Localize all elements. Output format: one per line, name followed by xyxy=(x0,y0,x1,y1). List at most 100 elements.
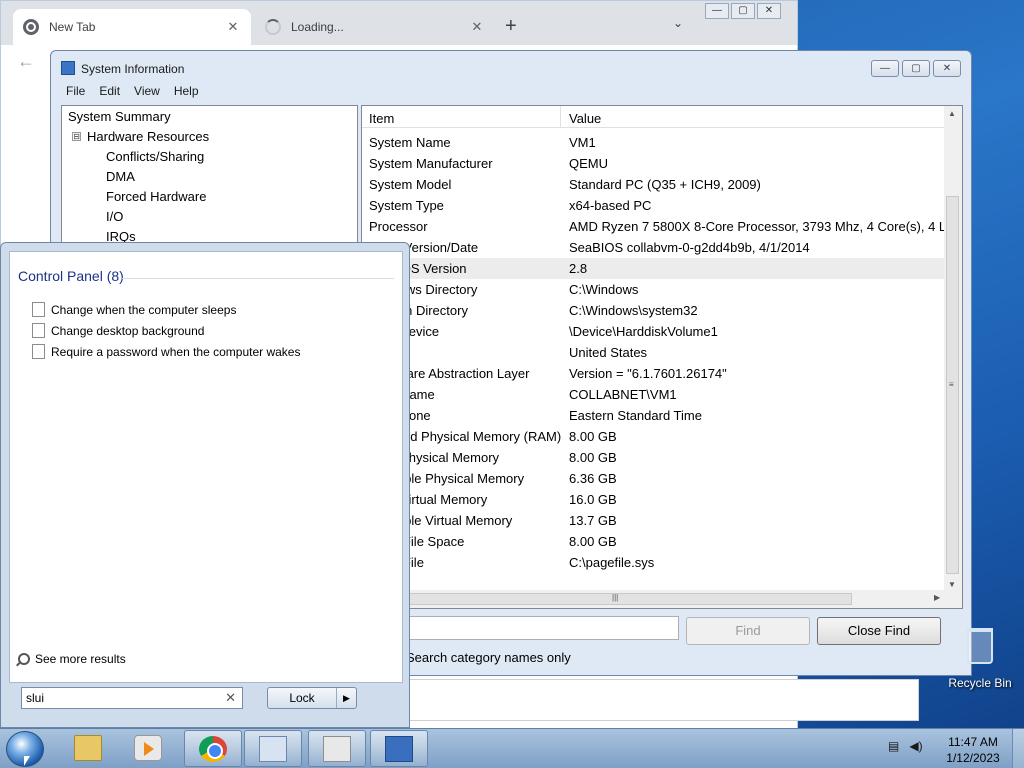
new-tab-button[interactable]: + xyxy=(505,15,517,38)
table-row[interactable]: Hardware Abstraction Layer Version = "6.1… xyxy=(362,363,944,384)
row-item-value: 6.36 GB xyxy=(569,471,617,486)
taskbar-media-player[interactable] xyxy=(120,730,178,767)
vertical-scrollbar[interactable]: ▲ ≡ ▼ xyxy=(944,106,962,592)
table-row[interactable]: System Model Standard PC (Q35 + ICH9, 200… xyxy=(362,174,944,195)
tree-item-system-summary[interactable]: System Summary xyxy=(68,109,171,124)
system-info-icon xyxy=(61,61,75,75)
minimize-button[interactable]: — xyxy=(705,3,729,19)
start-search-input[interactable]: slui ✕ xyxy=(21,687,243,709)
row-item-name: Processor xyxy=(369,219,428,234)
tab-close-icon[interactable]: ✕ xyxy=(469,19,485,35)
tree-item-io[interactable]: I/O xyxy=(106,209,123,224)
result-item[interactable]: Change desktop background xyxy=(32,323,204,338)
lock-button[interactable]: Lock ▶ xyxy=(267,687,357,709)
table-row[interactable]: Page FileC:\pagefile.sys xyxy=(362,552,944,573)
title-bar[interactable]: System Information — ▢ ✕ xyxy=(51,51,971,81)
tab-loading[interactable]: Loading... ✕ xyxy=(255,9,495,45)
clock-time: 11:47 AM xyxy=(948,735,998,749)
back-arrow-icon[interactable]: ← xyxy=(17,51,35,72)
table-row[interactable]: Page File Space 8.00 GB xyxy=(362,531,944,552)
taskbar-explorer[interactable] xyxy=(60,730,118,767)
result-label: Change desktop background xyxy=(51,323,205,338)
menu-edit[interactable]: Edit xyxy=(99,84,120,98)
taskbar-system-info[interactable] xyxy=(370,730,428,767)
tree-item-hardware-resources[interactable]: Hardware Resources xyxy=(87,129,209,144)
see-more-results-link[interactable]: See more results xyxy=(18,652,126,666)
recycle-bin[interactable]: Recycle Bin xyxy=(940,628,1020,700)
column-header-item[interactable]: Item xyxy=(369,111,394,126)
results-section-title[interactable]: Control Panel (8) xyxy=(18,268,124,284)
find-button[interactable]: Find xyxy=(686,617,810,645)
lock-label: Lock xyxy=(289,691,315,705)
row-item-value: 8.00 GB xyxy=(569,534,617,549)
minimize-button[interactable]: — xyxy=(871,60,899,77)
tree-item-conflicts[interactable]: Conflicts/Sharing xyxy=(106,149,204,164)
tab-new-tab[interactable]: New Tab ✕ xyxy=(13,9,251,45)
clock-date: 1/12/2023 xyxy=(946,751,1000,765)
clear-search-icon[interactable]: ✕ xyxy=(225,690,236,706)
scroll-thumb[interactable] xyxy=(402,593,852,605)
chrome-window-controls: — ▢ ✕ xyxy=(705,3,781,19)
result-item[interactable]: Change when the computer sleeps xyxy=(32,302,236,317)
table-row[interactable]: SMBIOS Version 2.8 xyxy=(362,258,944,279)
table-row[interactable]: Total Physical Memory 8.00 GB xyxy=(362,447,944,468)
maximize-button[interactable]: ▢ xyxy=(902,60,930,77)
volume-icon[interactable]: ◀) xyxy=(909,739,922,753)
row-item-value: 8.00 GB xyxy=(569,450,617,465)
scroll-grip-icon: ||| xyxy=(612,593,619,602)
table-row[interactable]: Available Virtual Memory 13.7 GB xyxy=(362,510,944,531)
column-divider[interactable] xyxy=(560,106,561,128)
system-info-icon xyxy=(385,736,413,762)
taskbar-archive[interactable] xyxy=(308,730,366,767)
column-header-value[interactable]: Value xyxy=(569,111,601,126)
table-row[interactable]: Boot Device\Device\HarddiskVolume1 xyxy=(362,321,944,342)
table-row[interactable]: Total Virtual Memory 16.0 GB xyxy=(362,489,944,510)
close-button[interactable]: ✕ xyxy=(933,60,961,77)
table-row[interactable]: System Directory C:\Windows\system32 xyxy=(362,300,944,321)
table-row[interactable]: System Name VM1 xyxy=(362,132,944,153)
table-row[interactable]: Available Physical Memory 6.36 GB xyxy=(362,468,944,489)
tab-search-icon[interactable]: ⌄ xyxy=(673,16,683,30)
table-row[interactable]: User NameCOLLABNET\VM1 xyxy=(362,384,944,405)
scroll-right-icon[interactable]: ▶ xyxy=(934,593,940,602)
tree-item-forced-hardware[interactable]: Forced Hardware xyxy=(106,189,206,204)
row-item-value: 8.00 GB xyxy=(569,429,617,444)
category-tree: System Summary ⊟ Hardware Resources Conf… xyxy=(61,105,358,245)
clock[interactable]: 11:47 AM 1/12/2023 xyxy=(940,734,1006,766)
archive-icon xyxy=(323,736,351,762)
scroll-down-icon[interactable]: ▼ xyxy=(948,580,956,589)
table-row[interactable]: Windows Directory C:\Windows xyxy=(362,279,944,300)
tree-item-dma[interactable]: DMA xyxy=(106,169,135,184)
system-tray: ▤ ◀) xyxy=(888,739,923,753)
collapse-icon[interactable]: ⊟ xyxy=(72,132,81,141)
chrome-icon xyxy=(23,19,39,35)
menu-help[interactable]: Help xyxy=(174,84,199,98)
row-item-value: Eastern Standard Time xyxy=(569,408,702,423)
menu-view[interactable]: View xyxy=(134,84,160,98)
table-row[interactable]: System Manufacturer QEMU xyxy=(362,153,944,174)
show-desktop-button[interactable] xyxy=(1012,729,1024,768)
chrome-tab-strip: New Tab ✕ Loading... ✕ + ⌄ — ▢ ✕ xyxy=(1,1,797,45)
taskbar-control-panel[interactable] xyxy=(244,730,302,767)
table-row[interactable]: BIOS Version/Date SeaBIOS collabvm-0-g2dd… xyxy=(362,237,944,258)
table-row[interactable]: Installed Physical Memory (RAM) 8.00 GB xyxy=(362,426,944,447)
find-what-input[interactable] xyxy=(406,616,679,640)
table-row[interactable]: System Type x64-based PC xyxy=(362,195,944,216)
power-options-arrow-icon[interactable]: ▶ xyxy=(336,688,356,708)
table-row[interactable]: LocaleUnited States xyxy=(362,342,944,363)
menu-file[interactable]: File xyxy=(66,84,85,98)
table-row[interactable]: Time ZoneEastern Standard Time xyxy=(362,405,944,426)
network-icon[interactable]: ▤ xyxy=(888,739,899,753)
close-button[interactable]: ✕ xyxy=(757,3,781,19)
tab-close-icon[interactable]: ✕ xyxy=(225,19,241,35)
table-row[interactable]: Processor AMD Ryzen 7 5800X 8-Core Proces… xyxy=(362,216,953,237)
search-category-checkbox-label[interactable]: Search category names only xyxy=(406,650,571,665)
see-more-label: See more results xyxy=(35,652,126,666)
close-find-button[interactable]: Close Find xyxy=(817,617,941,645)
horizontal-scrollbar[interactable]: ||| ▶ xyxy=(362,590,962,608)
row-item-value: QEMU xyxy=(569,156,608,171)
result-item[interactable]: Require a password when the computer wak… xyxy=(32,344,300,359)
taskbar-chrome[interactable] xyxy=(184,730,242,767)
maximize-button[interactable]: ▢ xyxy=(731,3,755,19)
scroll-up-icon[interactable]: ▲ xyxy=(948,109,956,118)
